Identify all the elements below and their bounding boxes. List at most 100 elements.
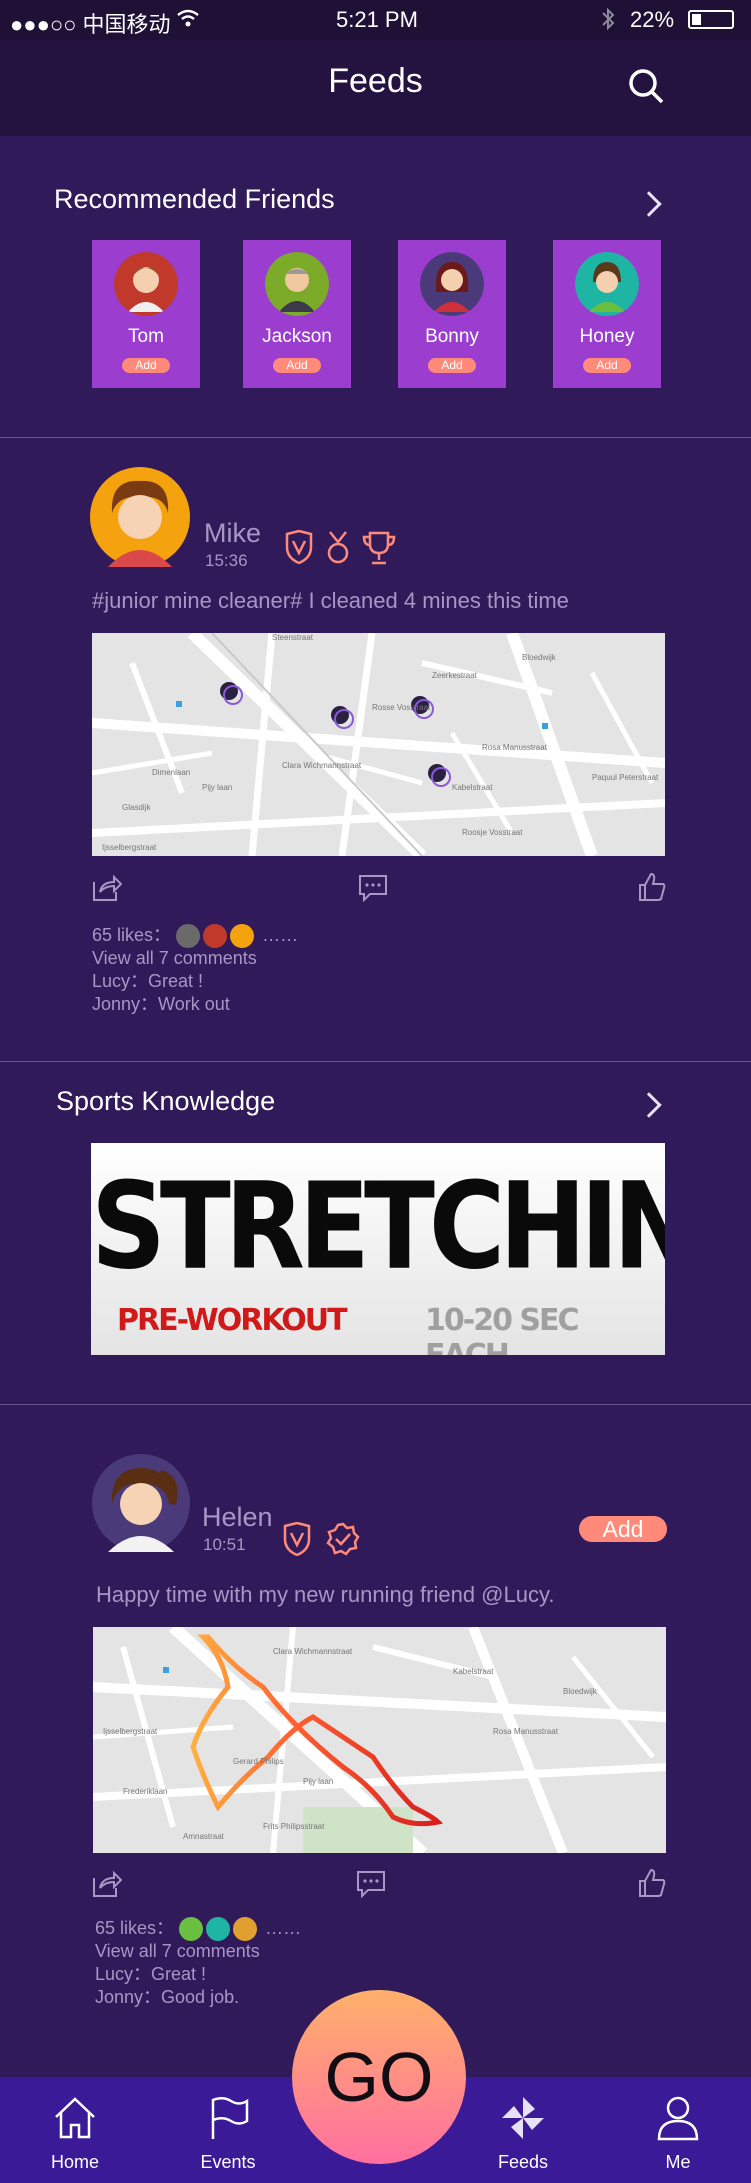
view-comments-link[interactable]: View all 7 comments — [92, 947, 257, 970]
medal-icon — [327, 531, 349, 564]
more-dots: …… — [265, 1918, 302, 1938]
sports-knowledge-title: Sports Knowledge — [56, 1086, 276, 1116]
liker-avatar[interactable] — [179, 1917, 204, 1942]
shield-v-badge-icon — [285, 530, 313, 564]
comment: Lucy：Great ! — [95, 1964, 207, 1984]
map-route — [93, 1627, 666, 1853]
tab-label: Home — [50, 2152, 99, 2172]
map-label: Pijy laan — [303, 1777, 334, 1786]
map-label: Frits Philipsstraat — [263, 1822, 325, 1831]
add-friend-button[interactable]: Add — [583, 358, 631, 373]
banner-subtitle-right: 10-20 SEC EACH — [425, 1303, 580, 1355]
friend-card-tom[interactable]: Tom Add — [92, 240, 200, 388]
share-icon[interactable] — [92, 1870, 122, 1898]
liker-avatar[interactable] — [233, 1917, 258, 1942]
flag-icon — [211, 2097, 249, 2139]
map-label: Rosa Manusstraat — [482, 743, 547, 752]
add-friend-button[interactable]: Add — [273, 358, 321, 373]
map-label: Amnastraat — [183, 1832, 224, 1841]
map-label: Rosse Vosstraat — [372, 703, 431, 712]
post-time: 15:36 — [205, 551, 248, 570]
recommended-friends-title: Recommended Friends — [54, 184, 335, 214]
avatar[interactable] — [90, 467, 190, 567]
friend-card-jackson[interactable]: Jackson Add — [243, 240, 351, 388]
pinwheel-icon — [502, 2097, 544, 2139]
more-dots: …… — [262, 925, 299, 945]
add-friend-button[interactable]: Add — [579, 1516, 667, 1542]
view-comments-link[interactable]: View all 7 comments — [95, 1940, 260, 1963]
liker-avatar[interactable] — [203, 924, 228, 949]
tab-label: Feeds — [497, 2152, 549, 2172]
avatar[interactable] — [92, 1454, 190, 1552]
map-label: Clara Wichmannstraat — [282, 761, 362, 770]
likes-row: 65 likes： …… — [92, 924, 299, 949]
liker-avatar[interactable] — [206, 1917, 231, 1942]
post-author[interactable]: Helen — [202, 1502, 273, 1533]
like-icon[interactable] — [638, 872, 666, 902]
comment-icon[interactable] — [358, 874, 388, 902]
chevron-right-icon[interactable] — [636, 1092, 662, 1118]
comment: Jonny：Work out — [92, 994, 230, 1014]
carrier-label: ●●●○○ 中国移动 — [10, 12, 171, 37]
likes-count: 65 likes： — [95, 1918, 175, 1938]
search-icon[interactable] — [626, 66, 666, 106]
likes-row: 65 likes： …… — [95, 1917, 302, 1942]
comment: Lucy：Great ! — [92, 971, 204, 991]
banner-heading: STRETCHING — [91, 1155, 665, 1297]
share-icon[interactable] — [92, 874, 122, 902]
avatar — [265, 252, 329, 316]
banner-subtitle-left: PRE-WORKOUT — [117, 1303, 348, 1338]
map-image[interactable]: Clara Wichmannstraat Kabelstraat Ijsselb… — [93, 1627, 666, 1853]
post-text: Happy time with my new running friend @L… — [96, 1582, 555, 1607]
battery-percent: 22% — [630, 7, 675, 32]
friend-card-bonny[interactable]: Bonny Add — [398, 240, 506, 388]
avatar — [114, 252, 178, 316]
tab-me[interactable]: Me — [618, 2077, 738, 2183]
map-label: Steenstraat — [272, 633, 313, 642]
map-label: Zeerkestraat — [432, 671, 477, 680]
go-button[interactable]: GO — [292, 1990, 466, 2164]
tab-feeds[interactable]: Feeds — [463, 2077, 583, 2183]
post-time: 10:51 — [203, 1535, 246, 1554]
avatar — [420, 252, 484, 316]
comment-icon[interactable] — [356, 1870, 386, 1898]
map-label: Bloedwijk — [522, 653, 556, 662]
friend-card-honey[interactable]: Honey Add — [553, 240, 661, 388]
map-image[interactable]: Steenstraat Zeerkestraat Bloedwijk Rosse… — [92, 633, 665, 856]
wifi-icon — [177, 9, 199, 27]
home-icon — [55, 2097, 95, 2139]
app-header: Feeds — [0, 40, 751, 136]
tab-label: Me — [665, 2152, 691, 2172]
map-label: Kabelstraat — [453, 1667, 494, 1676]
map-label: Paquul Peterstraat — [592, 773, 659, 782]
divider — [0, 437, 751, 438]
divider — [0, 1061, 751, 1062]
map-label: Glasdijk — [122, 803, 151, 812]
liker-avatar[interactable] — [176, 924, 201, 949]
map-label: Rosa Manusstraat — [493, 1727, 558, 1736]
friend-name: Jackson — [262, 326, 332, 347]
add-friend-button[interactable]: Add — [122, 358, 170, 373]
trophy-icon — [362, 531, 396, 565]
map-label: Dimenlaan — [152, 768, 191, 777]
comment: Jonny：Good job. — [95, 1987, 240, 2007]
tab-home[interactable]: Home — [15, 2077, 135, 2183]
tab-events[interactable]: Events — [168, 2077, 288, 2183]
map-label: Gerard Philips — [233, 1757, 284, 1766]
map-label: Ijsselbergstraat — [103, 1727, 158, 1736]
map-label: Pijy laan — [202, 783, 233, 792]
bluetooth-icon — [602, 7, 615, 31]
clock: 5:21 PM — [336, 7, 418, 32]
friend-name: Tom — [128, 326, 164, 347]
verified-badge-icon — [326, 1522, 360, 1556]
tab-label: Events — [200, 2152, 256, 2172]
like-icon[interactable] — [638, 1868, 666, 1898]
stretching-banner[interactable]: STRETCHING PRE-WORKOUT 10-20 SEC EACH — [91, 1143, 665, 1355]
map-streets — [92, 633, 665, 856]
chevron-right-icon[interactable] — [636, 191, 662, 217]
liker-avatar[interactable] — [230, 924, 255, 949]
person-icon — [657, 2096, 699, 2141]
add-friend-button[interactable]: Add — [428, 358, 476, 373]
likes-count: 65 likes： — [92, 925, 172, 945]
post-author[interactable]: Mike — [204, 518, 261, 549]
